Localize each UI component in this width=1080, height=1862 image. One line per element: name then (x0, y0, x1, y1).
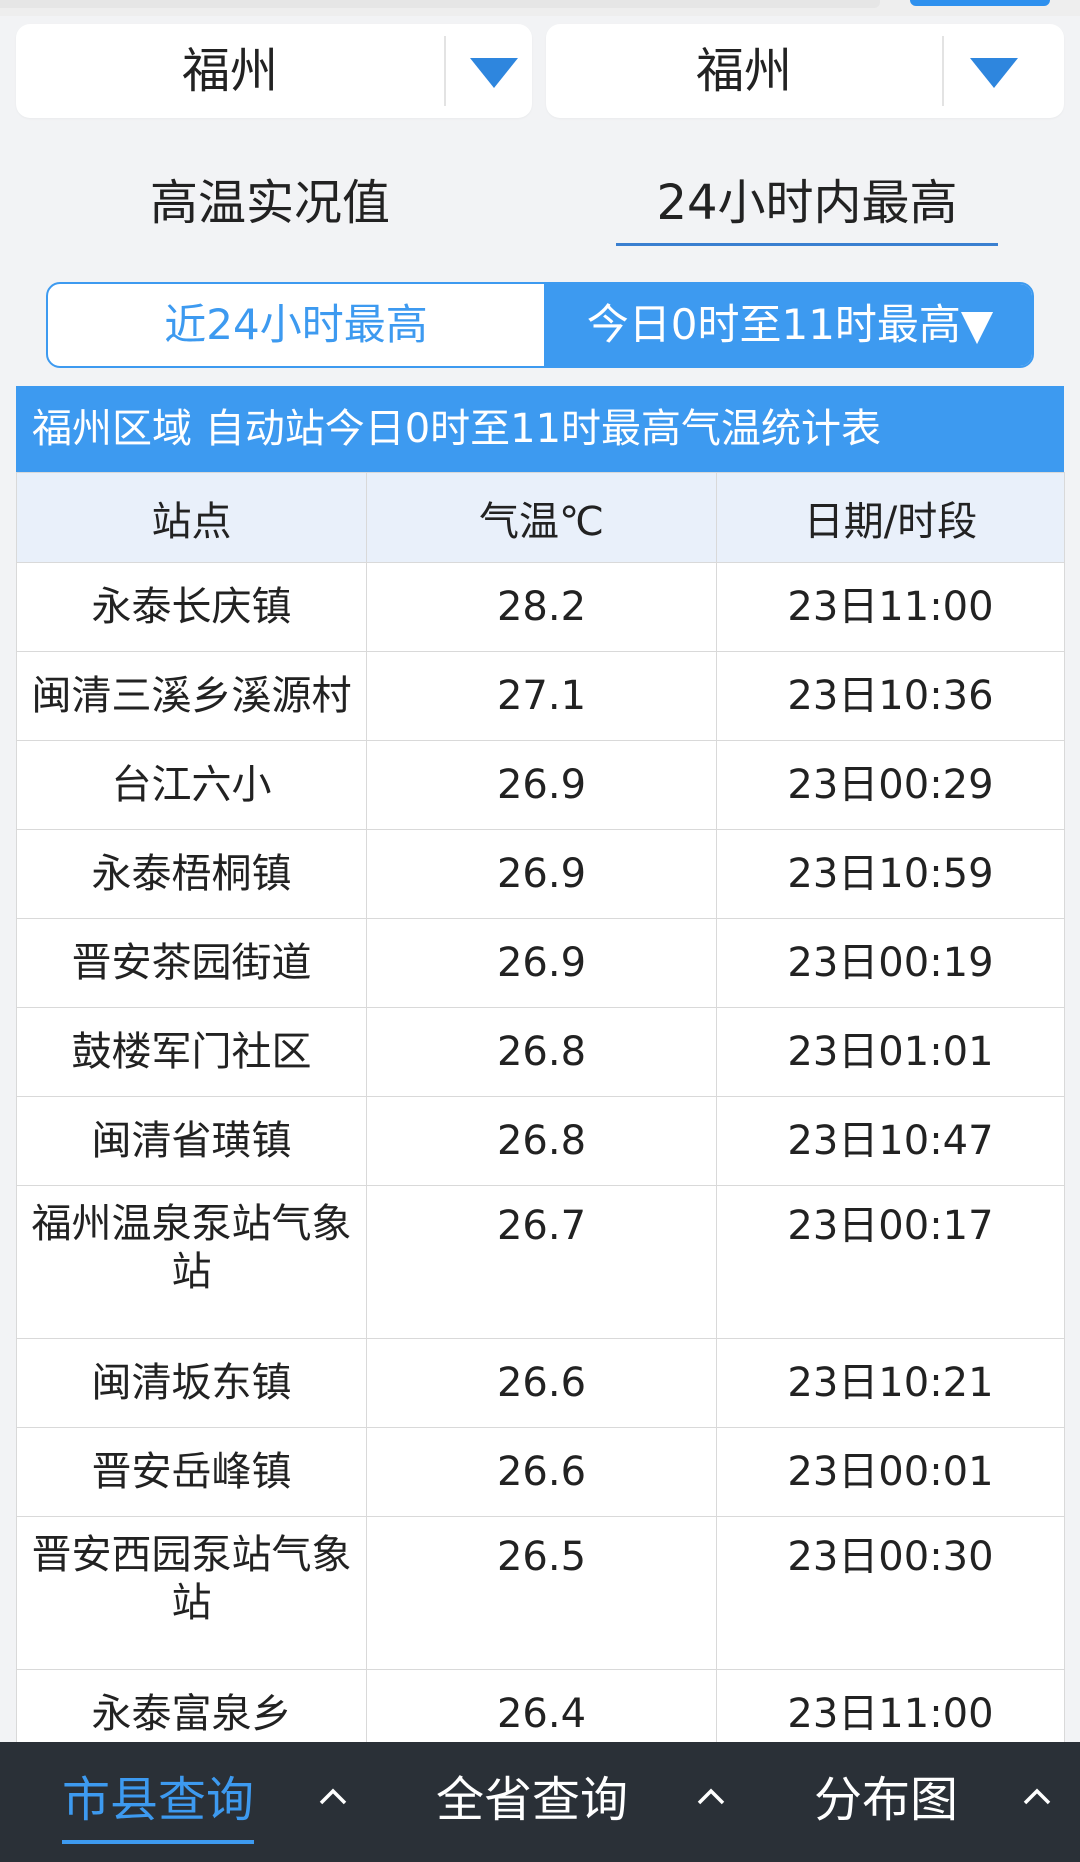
city-select-right-value: 福州 (695, 43, 792, 99)
cell-station: 晋安茶园街道 (16, 918, 367, 1008)
table-row: 闽清三溪乡溪源村 27.1 23日10:36 (16, 651, 1065, 741)
city-select-left-value: 福州 (181, 43, 278, 99)
header-station: 站点 (16, 472, 367, 563)
cell-temperature: 27.1 (366, 651, 717, 741)
segment-last-24h[interactable]: 近24小时最高 (48, 284, 544, 366)
cell-datetime: 23日00:29 (716, 740, 1065, 830)
table-row: 闽清坂东镇 26.6 23日10:21 (16, 1338, 1065, 1428)
cell-temperature: 28.2 (366, 562, 717, 652)
cell-station: 闽清省璜镇 (16, 1096, 367, 1186)
cell-temperature: 26.8 (366, 1096, 717, 1186)
cell-temperature: 26.8 (366, 1007, 717, 1097)
cell-station: 闽清坂东镇 (16, 1338, 367, 1428)
cell-temperature: 26.9 (366, 829, 717, 919)
table-row: 台江六小 26.9 23日00:29 (16, 740, 1065, 830)
cell-station: 永泰梧桐镇 (16, 829, 367, 919)
cell-datetime: 23日10:47 (716, 1096, 1065, 1186)
cell-temperature: 26.7 (366, 1185, 717, 1339)
chevron-up-icon[interactable] (318, 1786, 348, 1806)
cell-station: 台江六小 (16, 740, 367, 830)
cell-station: 闽清三溪乡溪源村 (16, 651, 367, 741)
top-strip-bar (0, 0, 880, 8)
cell-station: 晋安岳峰镇 (16, 1427, 367, 1517)
table-row: 鼓楼军门社区 26.8 23日01:01 (16, 1007, 1065, 1097)
cell-datetime: 23日00:01 (716, 1427, 1065, 1517)
cell-datetime: 23日10:36 (716, 651, 1065, 741)
top-strip (0, 0, 1080, 16)
cell-datetime: 23日00:30 (716, 1516, 1065, 1670)
table-caption: 福州区域 自动站今日0时至11时最高气温统计表 (16, 386, 1064, 472)
cell-datetime: 23日11:00 (716, 562, 1065, 652)
tab-high-temp-actual[interactable]: 高温实况值 (100, 160, 440, 246)
table-row: 晋安岳峰镇 26.6 23日00:01 (16, 1427, 1065, 1517)
select-divider (444, 36, 446, 106)
segment-today-0-11[interactable]: 今日0时至11时最高▼ (544, 284, 1032, 366)
nav-city-county-query[interactable]: 市县查询 (62, 1742, 255, 1862)
bottom-nav: 市县查询 全省查询 分布图 (0, 1742, 1080, 1862)
cell-station: 福州温泉泵站气象站 (16, 1185, 367, 1339)
temperature-table: 福州区域 自动站今日0时至11时最高气温统计表 站点 气温℃ 日期/时段 永泰长… (16, 386, 1065, 1848)
dropdown-triangle-icon[interactable] (470, 58, 518, 88)
city-select-left[interactable]: 福州 (16, 24, 532, 118)
cell-station: 晋安西园泵站气象站 (16, 1516, 367, 1670)
cell-datetime: 23日00:19 (716, 918, 1065, 1008)
cell-temperature: 26.9 (366, 918, 717, 1008)
cell-datetime: 23日10:59 (716, 829, 1065, 919)
cell-station: 永泰长庆镇 (16, 562, 367, 652)
header-datetime: 日期/时段 (716, 472, 1065, 563)
cell-station: 鼓楼军门社区 (16, 1007, 367, 1097)
top-strip-button[interactable] (910, 0, 1050, 6)
table-row: 永泰长庆镇 28.2 23日11:00 (16, 562, 1065, 652)
table-row: 晋安西园泵站气象站 26.5 23日00:30 (16, 1516, 1065, 1670)
select-divider (942, 36, 944, 106)
table-row: 闽清省璜镇 26.8 23日10:47 (16, 1096, 1065, 1186)
cell-datetime: 23日01:01 (716, 1007, 1065, 1097)
chevron-up-icon[interactable] (1022, 1786, 1052, 1806)
table-row: 永泰梧桐镇 26.9 23日10:59 (16, 829, 1065, 919)
header-temperature: 气温℃ (366, 472, 717, 563)
cell-datetime: 23日00:17 (716, 1185, 1065, 1339)
stats-table: 站点 气温℃ 日期/时段 永泰长庆镇 28.2 23日11:00 闽清三溪乡溪源… (16, 472, 1065, 1848)
dropdown-triangle-icon[interactable] (970, 58, 1018, 88)
cell-temperature: 26.9 (366, 740, 717, 830)
chevron-up-icon[interactable] (696, 1786, 726, 1806)
nav-province-query[interactable]: 全省查询 (436, 1742, 628, 1862)
cell-temperature: 26.6 (366, 1427, 717, 1517)
tab-24h-max[interactable]: 24小时内最高 (616, 160, 998, 246)
table-row: 晋安茶园街道 26.9 23日00:19 (16, 918, 1065, 1008)
cell-temperature: 26.6 (366, 1338, 717, 1428)
table-header-row: 站点 气温℃ 日期/时段 (16, 472, 1065, 563)
cell-temperature: 26.5 (366, 1516, 717, 1670)
cell-datetime: 23日10:21 (716, 1338, 1065, 1428)
range-segmented-control: 近24小时最高 今日0时至11时最高▼ (46, 282, 1034, 368)
table-row: 福州温泉泵站气象站 26.7 23日00:17 (16, 1185, 1065, 1339)
nav-distribution-map[interactable]: 分布图 (814, 1742, 958, 1862)
city-select-right[interactable]: 福州 (546, 24, 1064, 118)
